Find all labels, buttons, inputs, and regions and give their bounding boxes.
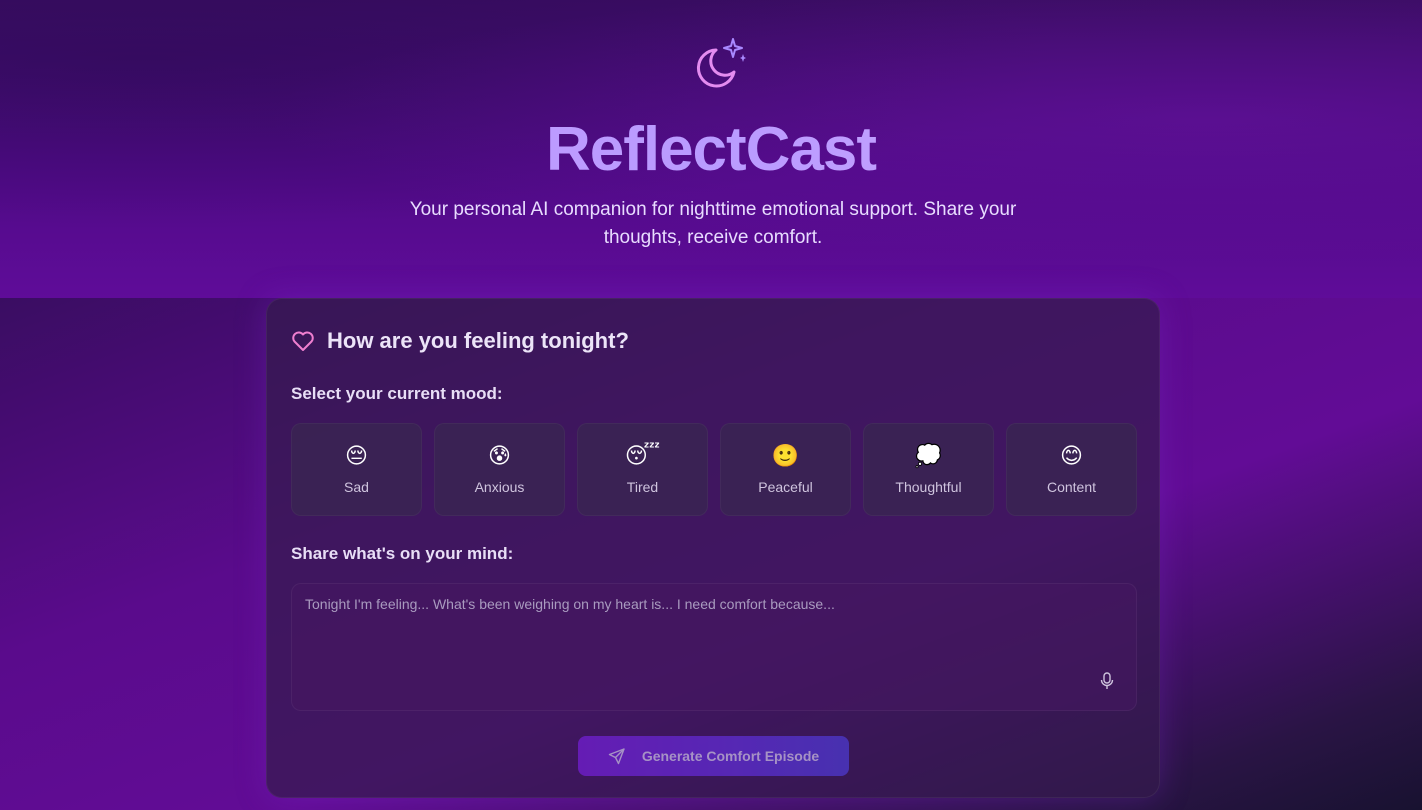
mood-option-thoughtful[interactable]: 💭 Thoughtful [863, 423, 994, 516]
anxious-face-icon: 😰 [488, 443, 511, 469]
mood-option-label: Anxious [474, 478, 525, 495]
mood-option-tired[interactable]: 😴 Tired [577, 423, 708, 516]
sad-face-icon: 😔 [345, 443, 368, 469]
thoughts-textarea[interactable] [292, 584, 1136, 710]
mood-option-anxious[interactable]: 😰 Anxious [434, 423, 565, 516]
mood-options: 😔 Sad 😰 Anxious 😴 Tired 🙂 Peaceful 💭 Tho… [291, 423, 1137, 516]
mind-section-label: Share what's on your mind: [291, 544, 514, 563]
mood-section-label: Select your current mood: [291, 384, 503, 403]
send-icon [608, 748, 625, 765]
happy-face-icon: 😊 [1060, 443, 1083, 469]
moon-stars-icon [696, 38, 746, 88]
app-title: ReflectCast [0, 114, 1422, 185]
microphone-icon[interactable] [1100, 672, 1114, 690]
thoughts-field-container [291, 583, 1137, 711]
smile-face-icon: 🙂 [771, 443, 800, 469]
mood-option-label: Tired [626, 478, 659, 495]
mood-option-peaceful[interactable]: 🙂 Peaceful [720, 423, 851, 516]
mood-option-label: Sad [344, 478, 369, 495]
generate-episode-button[interactable]: Generate Comfort Episode [578, 736, 849, 776]
thought-bubble-icon: 💭 [914, 443, 943, 469]
mood-card: How are you feeling tonight? Select your… [266, 298, 1160, 798]
heart-icon [292, 331, 314, 351]
mood-option-content[interactable]: 😊 Content [1006, 423, 1137, 516]
card-header: How are you feeling tonight? [291, 327, 629, 355]
generate-button-label: Generate Comfort Episode [641, 748, 820, 764]
app-subtitle: Your personal AI companion for nighttime… [409, 199, 1017, 248]
mood-option-label: Peaceful [758, 478, 813, 495]
mood-option-label: Content [1046, 478, 1097, 495]
hero-header: ReflectCast Your personal AI companion f… [0, 0, 1422, 298]
sleepy-face-icon: 😴 [624, 443, 661, 469]
mood-option-label: Thoughtful [895, 478, 962, 495]
card-title: How are you feeling tonight? [327, 328, 629, 353]
mood-option-sad[interactable]: 😔 Sad [291, 423, 422, 516]
